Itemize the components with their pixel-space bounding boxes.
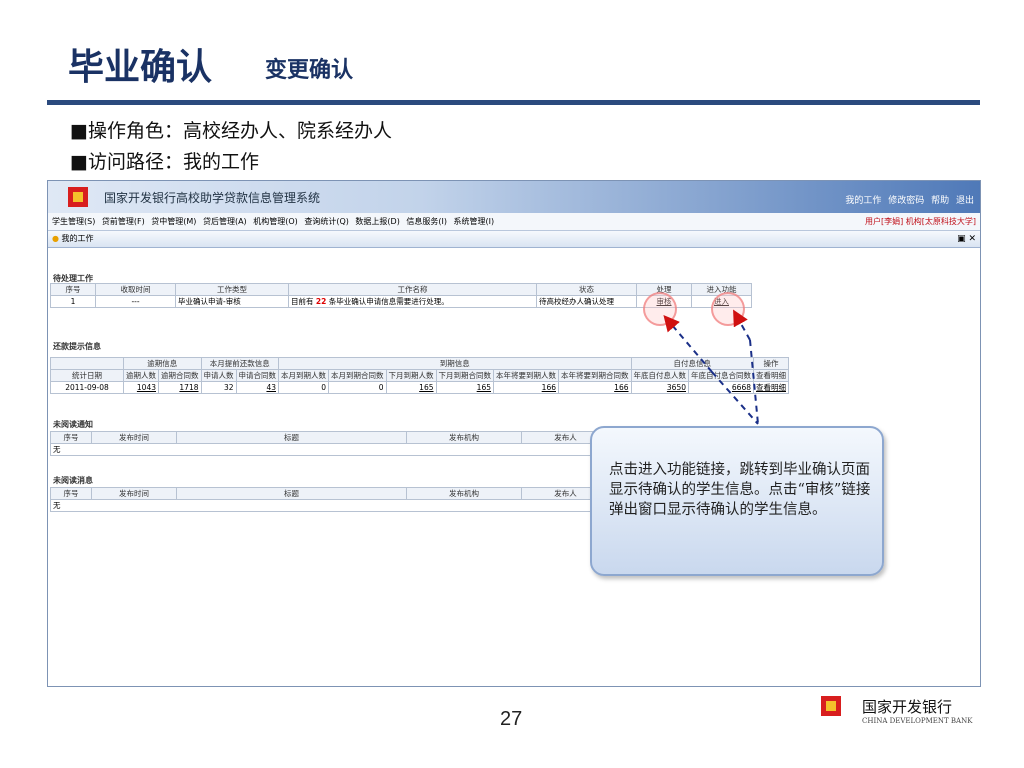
page-number: 27 bbox=[500, 708, 523, 730]
callout-arrows bbox=[663, 309, 759, 425]
callout-text: 点击进入功能链接，跳转到毕业确认页面显示待确认的学生信息。点击“审核”链接弹出窗… bbox=[609, 462, 871, 518]
cdb-logo-icon bbox=[821, 696, 841, 716]
callout-box: 点击进入功能链接，跳转到毕业确认页面显示待确认的学生信息。点击“审核”链接弹出窗… bbox=[590, 426, 884, 576]
bank-name: 国家开发银行 bbox=[862, 698, 953, 716]
bank-name-en: CHINA DEVELOPMENT BANK bbox=[862, 717, 973, 725]
arrow-to-review bbox=[663, 314, 713, 373]
arrow-lead-enter bbox=[749, 339, 759, 425]
arrow-to-enter bbox=[733, 309, 751, 341]
arrow-lead-review bbox=[711, 371, 759, 425]
